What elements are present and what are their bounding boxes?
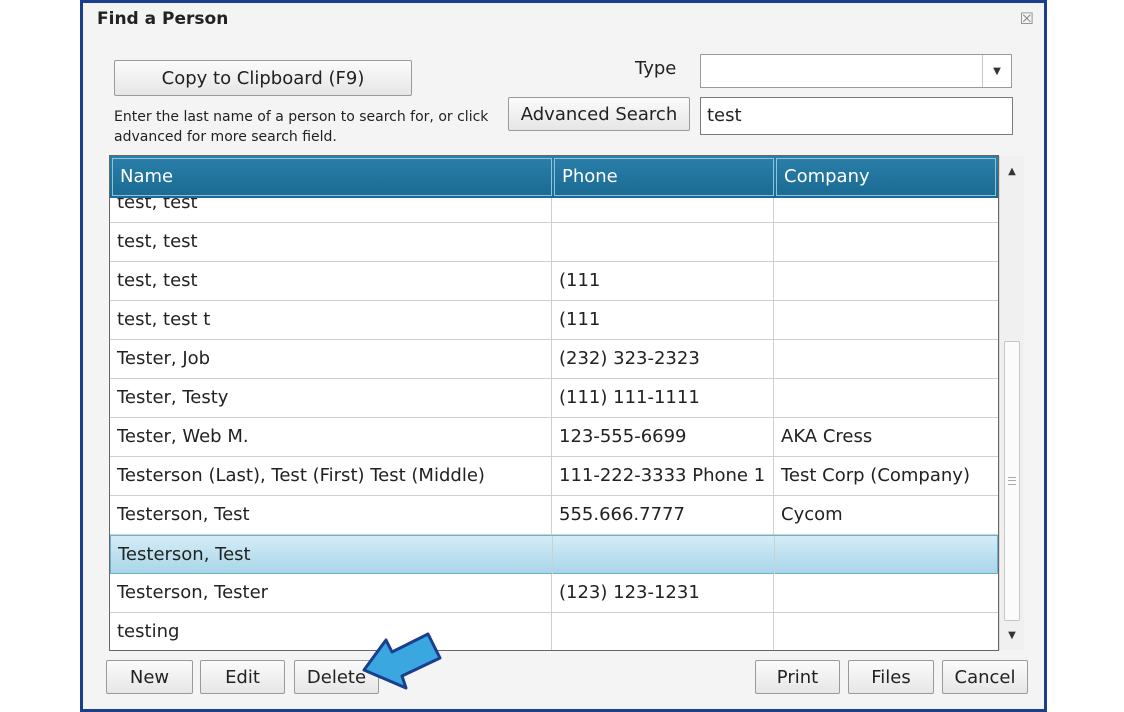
- cell-phone: 555.666.7777: [552, 496, 774, 534]
- dialog-title: Find a Person: [97, 9, 229, 29]
- cell-name: testing: [110, 613, 552, 650]
- cell-phone: (111: [552, 301, 774, 339]
- table-row[interactable]: testing: [110, 613, 998, 650]
- scroll-down-icon[interactable]: ▼: [1000, 622, 1024, 648]
- cell-name: test, test: [110, 262, 552, 300]
- scroll-up-icon[interactable]: ▲: [1000, 158, 1024, 184]
- type-label: Type: [635, 58, 677, 79]
- new-button[interactable]: New: [106, 660, 193, 694]
- copy-to-clipboard-button[interactable]: Copy to Clipboard (F9): [114, 60, 412, 96]
- title-bar: Find a Person ☒: [83, 3, 1044, 37]
- cell-company: [774, 340, 996, 378]
- cell-name: Tester, Web M.: [110, 418, 552, 456]
- cell-name: Tester, Testy: [110, 379, 552, 417]
- edit-button[interactable]: Edit: [200, 660, 285, 694]
- type-select[interactable]: ▼: [700, 54, 1012, 88]
- cell-company: [774, 301, 996, 339]
- cell-company: AKA Cress: [781, 426, 873, 447]
- cancel-button[interactable]: Cancel: [942, 660, 1028, 694]
- cell-phone: [552, 223, 774, 261]
- column-header-company[interactable]: Company: [776, 158, 996, 196]
- find-person-dialog: Find a Person ☒ Copy to Clipboard (F9) E…: [80, 0, 1047, 712]
- advanced-search-button[interactable]: Advanced Search: [508, 97, 690, 131]
- scroll-thumb[interactable]: [1004, 341, 1020, 621]
- table-row[interactable]: test, test: [110, 223, 998, 262]
- cell-name: Testerson (Last), Test (First) Test (Mid…: [110, 457, 552, 495]
- cell-name: Tester, Job: [110, 340, 552, 378]
- cell-company: [774, 262, 996, 300]
- grid-header: Name Phone Company: [110, 156, 998, 198]
- cell-company: [774, 223, 996, 261]
- cell-phone: (232) 323-2323: [552, 340, 774, 378]
- search-hint: Enter the last name of a person to searc…: [114, 109, 489, 145]
- cell-company: [775, 536, 997, 574]
- table-row[interactable]: Testerson (Last), Test (First) Test (Mid…: [110, 457, 998, 496]
- cell-name: Testerson, Test: [111, 536, 553, 574]
- cell-company: Test Corp (Company): [781, 465, 970, 486]
- table-row[interactable]: test, test t (111: [110, 301, 998, 340]
- cell-phone: 111-222-3333 Phone 1: [552, 457, 774, 495]
- table-row[interactable]: Testerson, Tester (123) 123-1231: [110, 574, 998, 613]
- close-icon[interactable]: ☒: [1020, 9, 1034, 28]
- cell-company: [774, 613, 996, 650]
- cell-phone: 123-555-6699: [552, 418, 774, 456]
- table-row[interactable]: Testerson, Test: [110, 535, 998, 574]
- grip-icon: [1008, 477, 1016, 485]
- cell-phone: (111: [552, 262, 774, 300]
- vertical-scrollbar[interactable]: ▲ ▼: [999, 156, 1024, 650]
- cell-phone: [553, 536, 775, 574]
- table-row[interactable]: test, test (111: [110, 262, 998, 301]
- column-header-phone[interactable]: Phone: [554, 158, 774, 196]
- table-row[interactable]: Tester, Web M. 123-555-6699 AKA Cress: [110, 418, 998, 457]
- column-header-name[interactable]: Name: [112, 158, 552, 196]
- search-input[interactable]: test: [700, 97, 1013, 135]
- cell-company: Cycom: [781, 504, 843, 525]
- cell-phone: (123) 123-1231: [552, 574, 774, 612]
- cell-company: [774, 379, 996, 417]
- cell-name: Testerson, Test: [110, 496, 552, 534]
- arrow-pointer-shape: [362, 632, 442, 690]
- table-row[interactable]: Tester, Testy (111) 111-1111: [110, 379, 998, 418]
- print-button[interactable]: Print: [755, 660, 840, 694]
- files-button[interactable]: Files: [848, 660, 934, 694]
- chevron-down-icon[interactable]: ▼: [982, 55, 1011, 87]
- table-row[interactable]: Tester, Job (232) 323-2323: [110, 340, 998, 379]
- cell-name: test, test t: [110, 301, 552, 339]
- table-row[interactable]: Testerson, Test 555.666.7777 Cycom: [110, 496, 998, 535]
- results-rows: test, test test, test test, test (111 test, …: [110, 184, 998, 650]
- cell-phone: (111) 111-1111: [552, 379, 774, 417]
- cell-name: Testerson, Tester: [110, 574, 552, 612]
- cell-company: [774, 574, 996, 612]
- cell-name: test, test: [110, 223, 552, 261]
- cell-phone: [552, 613, 774, 650]
- arrow-pointer-icon: [362, 632, 442, 690]
- results-grid: test, test test, test test, test (111 test, …: [109, 155, 999, 651]
